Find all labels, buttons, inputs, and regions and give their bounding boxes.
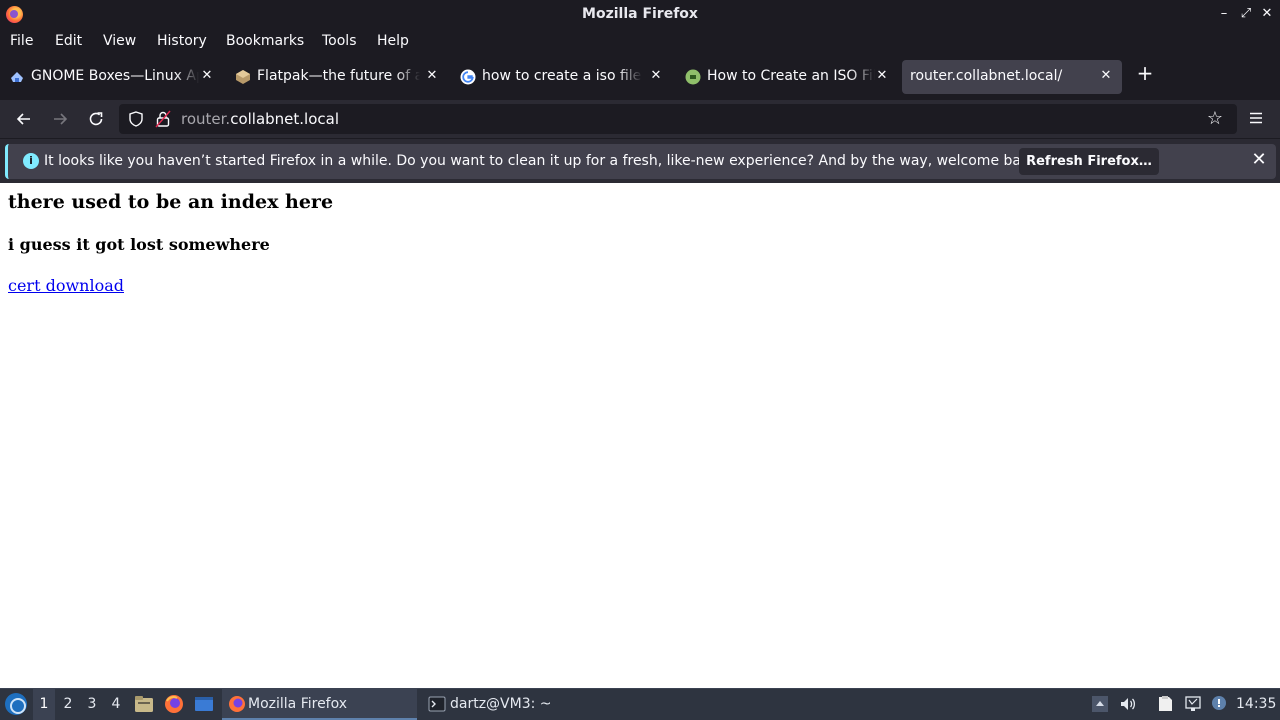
network-icon[interactable] <box>1184 695 1202 713</box>
gnome-boxes-icon <box>11 72 23 82</box>
back-button[interactable] <box>11 106 37 132</box>
new-tab-button[interactable]: + <box>1134 62 1156 84</box>
menu-tools[interactable]: Tools <box>322 33 357 49</box>
tab-close-icon[interactable]: ✕ <box>647 67 665 85</box>
tab-strip: GNOME Boxes—Linux Apps ✕ Flatpak—the fut… <box>0 55 1280 100</box>
firefox-icon <box>229 696 245 712</box>
site-favicon-icon <box>685 69 701 85</box>
menu-help[interactable]: Help <box>377 33 409 49</box>
taskbar: 1 2 3 4 Mozilla Firefox dartz@VM3: ~ 14:… <box>0 688 1280 720</box>
lock-icon[interactable] <box>155 110 171 128</box>
url-subdomain: router. <box>181 110 231 128</box>
page-heading: there used to be an index here <box>8 191 334 213</box>
menu-file[interactable]: File <box>10 33 33 49</box>
url-domain: collabnet.local <box>230 110 340 128</box>
workspace-4[interactable]: 4 <box>105 689 127 720</box>
notification-info-icon[interactable] <box>1210 695 1228 713</box>
navigation-bar: router.collabnet.local ☆ <box>0 100 1280 138</box>
url-text[interactable]: router.collabnet.local <box>181 110 339 128</box>
show-desktop-icon[interactable] <box>194 694 214 714</box>
tab-label: router.collabnet.local/ <box>910 68 1063 84</box>
workspace-1[interactable]: 1 <box>33 689 55 720</box>
flatpak-icon <box>236 70 250 84</box>
close-notification-icon[interactable]: ✕ <box>1249 150 1269 170</box>
task-label: dartz@VM3: ~ <box>450 696 552 712</box>
file-manager-icon[interactable] <box>134 694 154 714</box>
tab-router-collabnet[interactable]: router.collabnet.local/ ✕ <box>902 60 1122 94</box>
menu-view[interactable]: View <box>103 33 136 49</box>
task-terminal[interactable]: dartz@VM3: ~ <box>422 689 602 720</box>
tab-how-to-iso[interactable]: How to Create an ISO File ✕ <box>676 60 898 94</box>
tab-label: GNOME Boxes—Linux Apps <box>31 68 199 84</box>
maximize-button[interactable]: ⤢ <box>1238 5 1254 23</box>
window-title: Mozilla Firefox <box>582 6 698 22</box>
start-menu-icon[interactable] <box>5 693 27 715</box>
close-window-button[interactable]: ✕ <box>1259 5 1275 23</box>
tab-close-icon[interactable]: ✕ <box>1097 67 1115 85</box>
notification-panel: i It looks like you haven’t started Fire… <box>5 144 1276 179</box>
task-firefox[interactable]: Mozilla Firefox <box>222 689 417 720</box>
tab-label: Flatpak—the future of apps <box>257 68 420 84</box>
volume-icon[interactable] <box>1119 695 1137 713</box>
info-icon: i <box>23 153 39 169</box>
back-arrow-icon <box>16 113 30 125</box>
clock: 14:35 <box>1236 696 1277 712</box>
tracking-protection-shield-icon[interactable] <box>127 110 145 128</box>
menu-history[interactable]: History <box>157 33 207 49</box>
menu-bar: File Edit View History Bookmarks Tools H… <box>0 29 1280 55</box>
forward-arrow-icon <box>54 113 68 125</box>
workspace-3[interactable]: 3 <box>81 689 103 720</box>
page-subheading: i guess it got lost somewhere <box>8 235 270 254</box>
notification-message: It looks like you haven’t started Firefo… <box>44 153 1043 169</box>
tab-gnome-boxes[interactable]: GNOME Boxes—Linux Apps ✕ <box>0 60 222 94</box>
window-titlebar: Mozilla Firefox – ⤢ ✕ <box>0 0 1280 29</box>
tab-label: How to Create an ISO File <box>707 68 875 84</box>
tab-google-search[interactable]: how to create a iso file in linux ✕ <box>451 60 673 94</box>
url-bar[interactable]: router.collabnet.local ☆ <box>119 104 1237 134</box>
refresh-firefox-button[interactable]: Refresh Firefox… <box>1019 148 1159 175</box>
terminal-icon <box>428 696 446 712</box>
menu-bookmarks[interactable]: Bookmarks <box>226 33 304 49</box>
minimize-button[interactable]: – <box>1216 5 1232 23</box>
reload-button[interactable] <box>83 106 109 132</box>
tab-close-icon[interactable]: ✕ <box>198 67 216 85</box>
hamburger-menu-icon[interactable] <box>1246 108 1266 128</box>
notification-bar: i It looks like you haven’t started Fire… <box>0 138 1280 183</box>
reload-icon <box>89 112 103 126</box>
task-label: Mozilla Firefox <box>248 696 348 712</box>
google-icon <box>460 69 476 85</box>
workspace-2[interactable]: 2 <box>57 689 79 720</box>
page-content: there used to be an index here i guess i… <box>0 183 1280 688</box>
clipboard-icon[interactable] <box>1156 695 1174 713</box>
tab-label: how to create a iso file in linux <box>482 68 642 84</box>
tray-arrow-icon[interactable] <box>1091 695 1109 713</box>
cert-download-link[interactable]: cert download <box>8 276 124 295</box>
forward-button[interactable] <box>47 106 73 132</box>
menu-edit[interactable]: Edit <box>55 33 82 49</box>
tab-flatpak[interactable]: Flatpak—the future of apps ✕ <box>226 60 448 94</box>
bookmark-star-icon[interactable]: ☆ <box>1205 109 1225 129</box>
firefox-launcher-icon[interactable] <box>164 694 184 714</box>
tab-close-icon[interactable]: ✕ <box>423 67 441 85</box>
tab-close-icon[interactable]: ✕ <box>873 67 891 85</box>
